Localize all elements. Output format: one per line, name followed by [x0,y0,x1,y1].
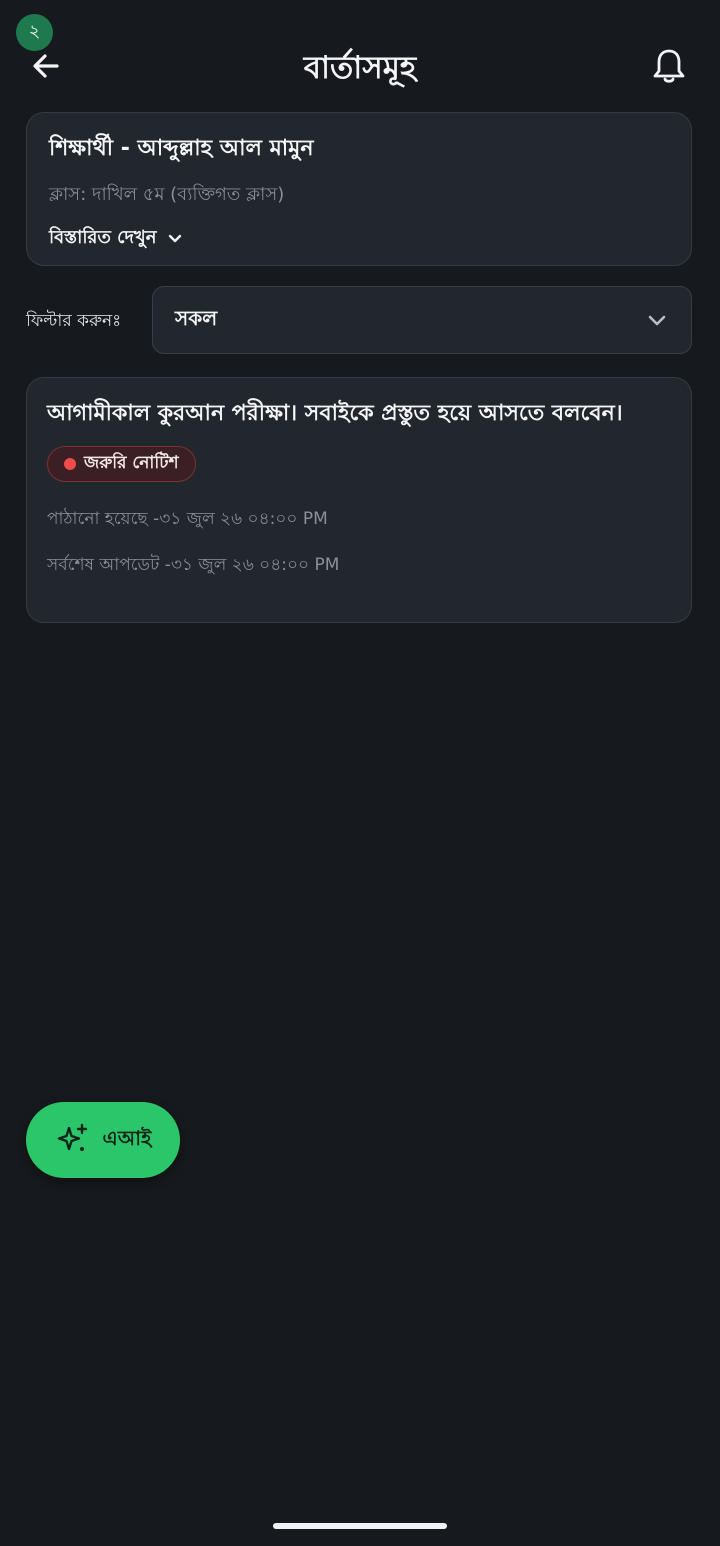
back-button[interactable] [24,44,68,88]
filter-dropdown[interactable]: সকল [152,286,692,354]
notifications-button[interactable] [642,42,696,90]
bell-icon [653,49,685,83]
page-title: বার্তাসমূহ [303,50,417,86]
urgent-notice-badge: জরুরি নোটিশ [47,446,196,482]
message-card[interactable]: আগামীকাল কুরআন পরীক্ষা। সবাইকে প্রস্তুত … [26,377,692,623]
filter-label: ফিল্টার করুনঃ [26,311,122,331]
view-details-label: বিস্তারিত দেখুন [49,227,157,248]
student-info-card: শিক্ষার্থী - আব্দুল্লাহ আল মামুন ক্লাস: … [26,112,692,266]
ai-assistant-label: এআই [102,1125,152,1150]
filter-selected-value: সকল [175,305,218,330]
sparkles-icon [57,1123,87,1151]
message-text: আগামীকাল কুরআন পরীক্ষা। সবাইকে প্রস্তুত … [47,401,623,426]
student-class-info: ক্লাস: দাখিল ৫ম (ব্যক্তিগত ক্লাস) [49,184,285,205]
view-details-toggle[interactable]: বিস্তারিত দেখুন [49,223,184,254]
arrow-left-icon [33,54,59,78]
chevron-down-icon [169,234,182,242]
home-indicator[interactable] [273,1523,447,1529]
ai-assistant-button[interactable]: এআই [26,1102,180,1178]
message-updated-time: সর্বশেষ আপডেট -৩১ জুল ২৬ ০৪:০০ PM [47,555,340,575]
message-sent-time: পাঠানো হয়েছে -৩১ জুল ২৬ ০৪:০০ PM [47,509,328,529]
chevron-down-icon [648,315,666,326]
urgent-notice-label: জরুরি নোটিশ [84,453,179,473]
student-name: শিক্ষার্থী - আব্দুল্লাহ আল মামুন [49,136,314,161]
urgent-dot-icon [64,458,76,470]
